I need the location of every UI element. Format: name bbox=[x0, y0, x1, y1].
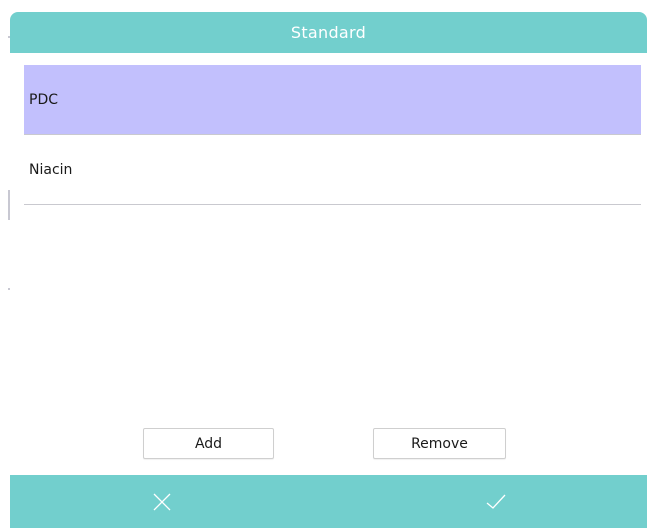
check-icon bbox=[486, 494, 506, 509]
confirm-button[interactable] bbox=[466, 475, 526, 528]
list-item-label: Niacin bbox=[29, 161, 73, 178]
standard-dialog: Standard PDC Niacin Add Remove bbox=[10, 12, 647, 528]
close-icon bbox=[153, 493, 171, 510]
standard-list: PDC Niacin bbox=[24, 65, 641, 205]
remove-button[interactable]: Remove bbox=[373, 428, 506, 459]
dialog-title: Standard bbox=[290, 23, 367, 42]
dialog-titlebar: Standard bbox=[10, 12, 647, 53]
add-button[interactable]: Add bbox=[143, 428, 274, 459]
background-window-edge bbox=[0, 0, 10, 528]
dialog-footer bbox=[10, 475, 647, 528]
list-item-label: PDC bbox=[29, 91, 58, 108]
cancel-button[interactable] bbox=[132, 475, 192, 528]
list-item-niacin[interactable]: Niacin bbox=[24, 135, 641, 205]
list-item-pdc[interactable]: PDC bbox=[24, 65, 641, 135]
